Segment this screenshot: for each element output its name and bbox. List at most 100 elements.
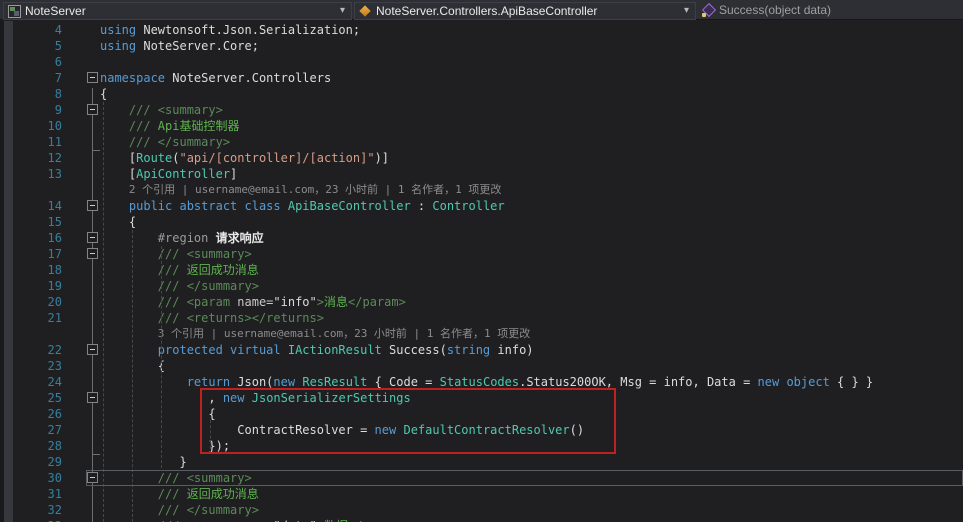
code-line[interactable]: 20 /// <param name="info">消息</param> bbox=[0, 294, 963, 310]
code-text[interactable]: /// 返回成功消息 bbox=[100, 486, 259, 502]
indent-guide bbox=[103, 102, 104, 522]
code-text[interactable]: using NoteServer.Core; bbox=[100, 38, 259, 54]
line-number: 5 bbox=[54, 39, 62, 53]
code-text[interactable]: namespace NoteServer.Controllers bbox=[100, 70, 331, 86]
line-number: 21 bbox=[47, 311, 62, 325]
class-icon bbox=[359, 5, 372, 18]
line-number: 6 bbox=[54, 55, 62, 69]
code-text[interactable]: using Newtonsoft.Json.Serialization; bbox=[100, 22, 360, 38]
code-text[interactable]: [ApiController] bbox=[100, 166, 237, 182]
codelens-info[interactable]: 2 个引用 | username@email.com，23 小时前 | 1 名作… bbox=[129, 182, 502, 198]
chevron-down-icon[interactable]: ▾ bbox=[684, 5, 689, 16]
code-line[interactable]: 4 using Newtonsoft.Json.Serialization; bbox=[0, 22, 963, 38]
code-line[interactable]: 14 public abstract class ApiBaseControll… bbox=[0, 198, 963, 214]
code-text[interactable]: /// <param name="info">消息</param> bbox=[100, 294, 406, 310]
code-line[interactable]: 23 { bbox=[0, 358, 963, 374]
code-line[interactable]: 15 { bbox=[0, 214, 963, 230]
line-number: 24 bbox=[47, 375, 62, 389]
line-number: 11 bbox=[47, 135, 62, 149]
member-dropdown[interactable]: Success(object data) bbox=[698, 1, 831, 19]
code-line[interactable]: 17 /// <summary> bbox=[0, 246, 963, 262]
code-line[interactable]: 7 namespace NoteServer.Controllers bbox=[0, 70, 963, 86]
line-number: 31 bbox=[47, 487, 62, 501]
line-number: 14 bbox=[47, 199, 62, 213]
outlining-line bbox=[92, 88, 93, 522]
code-text[interactable]: #region 请求响应 bbox=[100, 230, 264, 246]
code-text[interactable]: { bbox=[100, 86, 107, 102]
project-dropdown-label: NoteServer bbox=[25, 4, 86, 18]
code-text[interactable]: /// Api基础控制器 bbox=[100, 118, 240, 134]
line-number: 15 bbox=[47, 215, 62, 229]
line-number: 33 bbox=[0, 518, 62, 522]
code-text[interactable]: [Route("api/[controller]/[action]")] bbox=[100, 150, 389, 166]
code-line[interactable]: 13 [ApiController] bbox=[0, 166, 963, 182]
type-dropdown-label: NoteServer.Controllers.ApiBaseController bbox=[376, 4, 598, 18]
line-number: 19 bbox=[47, 279, 62, 293]
code-text[interactable]: /// <summary> bbox=[100, 246, 252, 262]
fold-collapse-icon[interactable] bbox=[87, 232, 98, 243]
fold-collapse-icon[interactable] bbox=[87, 200, 98, 211]
code-line[interactable]: 22 protected virtual IActionResult Succe… bbox=[0, 342, 963, 358]
fold-collapse-icon[interactable] bbox=[87, 472, 98, 483]
code-line[interactable]: 19 /// </summary> bbox=[0, 278, 963, 294]
outlining-end-tick bbox=[92, 150, 100, 151]
code-text[interactable]: { bbox=[100, 214, 136, 230]
line-number: 29 bbox=[47, 455, 62, 469]
code-line[interactable]: 6 bbox=[0, 54, 963, 70]
code-line[interactable]: 32 /// </summary> bbox=[0, 502, 963, 518]
csharp-project-icon bbox=[8, 4, 21, 18]
fold-collapse-icon[interactable] bbox=[87, 344, 98, 355]
type-dropdown[interactable]: NoteServer.Controllers.ApiBaseController… bbox=[354, 2, 696, 20]
line-number: 9 bbox=[54, 103, 62, 117]
line-number: 25 bbox=[47, 391, 62, 405]
code-text[interactable]: protected virtual IActionResult Success(… bbox=[100, 342, 534, 358]
code-line[interactable]: 31 /// 返回成功消息 bbox=[0, 486, 963, 502]
line-number: 8 bbox=[54, 87, 62, 101]
current-line-highlight bbox=[86, 470, 963, 486]
navigation-bar: NoteServer ▾ NoteServer.Controllers.ApiB… bbox=[0, 0, 963, 20]
annotation-red-box bbox=[200, 388, 616, 454]
project-dropdown[interactable]: NoteServer ▾ bbox=[3, 2, 352, 20]
code-text[interactable]: public abstract class ApiBaseController … bbox=[100, 198, 505, 214]
code-text[interactable]: /// </summary> bbox=[100, 502, 259, 518]
line-number: 20 bbox=[47, 295, 62, 309]
code-line[interactable]: 9 /// <summary> bbox=[0, 102, 963, 118]
code-text[interactable]: /// </summary> bbox=[100, 278, 259, 294]
fold-collapse-icon[interactable] bbox=[87, 104, 98, 115]
code-line[interactable]: 5 using NoteServer.Core; bbox=[0, 38, 963, 54]
method-icon bbox=[702, 4, 715, 17]
line-number: 23 bbox=[47, 359, 62, 373]
line-number: 16 bbox=[47, 231, 62, 245]
code-line[interactable]: 16 #region 请求响应 bbox=[0, 230, 963, 246]
chevron-down-icon[interactable]: ▾ bbox=[340, 5, 345, 16]
code-text[interactable]: /// <summary> bbox=[100, 102, 223, 118]
line-number: 4 bbox=[54, 23, 62, 37]
code-line[interactable]: 33 /// <param name="data">数据</param> bbox=[0, 518, 963, 522]
fold-collapse-icon[interactable] bbox=[87, 248, 98, 259]
fold-collapse-icon[interactable] bbox=[87, 72, 98, 83]
line-number: 7 bbox=[54, 71, 62, 85]
code-line[interactable]: 11 /// </summary> bbox=[0, 134, 963, 150]
fold-collapse-icon[interactable] bbox=[87, 392, 98, 403]
code-text[interactable]: { bbox=[100, 406, 215, 422]
code-line[interactable]: 10 /// Api基础控制器 bbox=[0, 118, 963, 134]
code-text[interactable]: /// 返回成功消息 bbox=[100, 262, 259, 278]
line-number: 13 bbox=[47, 167, 62, 181]
code-line[interactable]: 8{ bbox=[0, 86, 963, 102]
line-number: 18 bbox=[47, 263, 62, 277]
code-text[interactable]: /// </summary> bbox=[100, 134, 230, 150]
code-line[interactable]: 12 [Route("api/[controller]/[action]")] bbox=[0, 150, 963, 166]
code-line[interactable]: 18 /// 返回成功消息 bbox=[0, 262, 963, 278]
code-text[interactable]: } bbox=[100, 454, 186, 470]
code-line[interactable]: 30 /// <summary> bbox=[0, 470, 963, 486]
indent-guide bbox=[161, 246, 162, 468]
line-number: 27 bbox=[47, 423, 62, 437]
code-line[interactable]: 29 } bbox=[0, 454, 963, 470]
codelens-info[interactable]: 3 个引用 | username@email.com，23 小时前 | 1 名作… bbox=[158, 326, 531, 342]
code-line[interactable]: 21 /// <returns></returns> bbox=[0, 310, 963, 326]
code-text[interactable]: /// <param name="data">数据</param> bbox=[100, 518, 406, 522]
code-text[interactable]: /// <returns></returns> bbox=[100, 310, 324, 326]
line-number: 30 bbox=[47, 471, 62, 485]
line-number: 26 bbox=[47, 407, 62, 421]
codelens-line: 3 个引用 | username@email.com，23 小时前 | 1 名作… bbox=[0, 326, 963, 342]
